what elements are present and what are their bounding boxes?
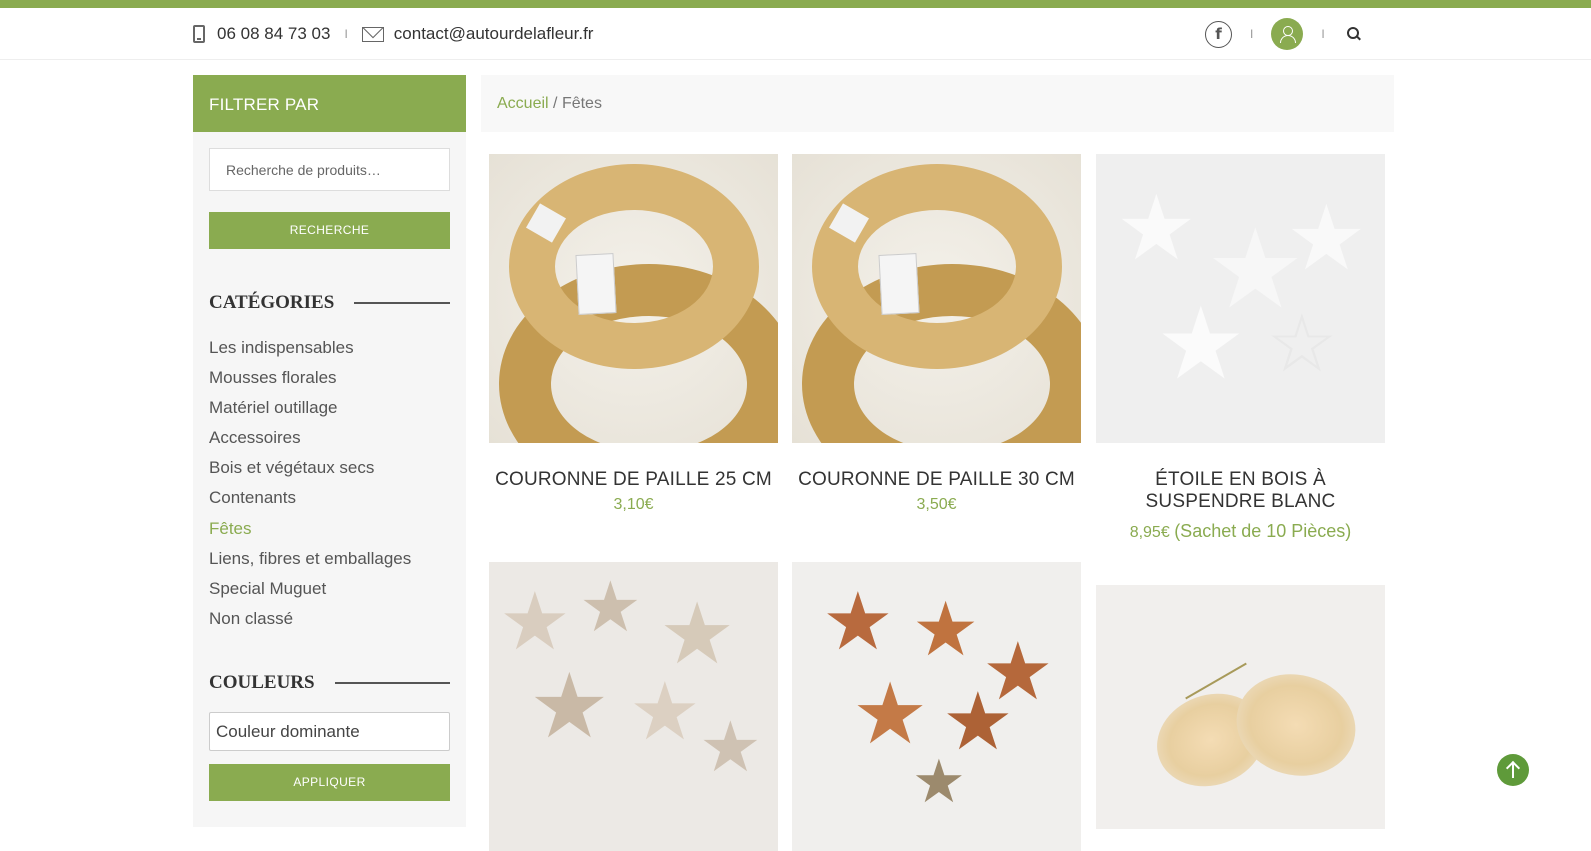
product-image-bark-stars[interactable]: ★ ★ ★ ★ ★ ★ [489,562,778,851]
product-title-line: SUSPENDRE BLANC [1145,491,1336,512]
breadcrumb-current: Fêtes [561,95,602,112]
product-title-line: ÉTOILE EN BOIS À [1155,469,1326,490]
mail-icon [361,26,384,42]
product-title[interactable]: COURONNE DE PAILLE 25 CM [489,469,778,491]
product-image-butterfly[interactable] [1096,585,1385,829]
user-account-icon[interactable] [1271,18,1304,50]
product-image-straw-wreath[interactable] [792,154,1081,443]
colors-title: COULEURS [209,672,315,693]
star-shape: ★ [699,706,762,788]
star-shape: ★ [852,665,929,764]
search-button[interactable]: RECHERCHE [209,212,450,249]
product-price: 8,95€ [1129,524,1170,541]
label-tag [878,253,920,315]
breadcrumb: Accueil / Fêtes [481,75,1394,132]
product-card[interactable]: ★ ★ ★ ☆ ★ ÉTOILE EN BOIS À SUSPENDRE BLA… [1096,154,1385,542]
colors-heading: COULEURS [209,672,450,694]
heading-divider [334,682,450,684]
product-card[interactable]: ★ ★ ★ ★ ★ ★ [489,562,778,851]
category-item[interactable]: Mousses florales [209,363,411,393]
email-link[interactable]: contact@autourdelafleur.fr [394,24,594,44]
label-tag [575,253,617,315]
product-image-straw-wreath[interactable] [489,154,778,443]
star-shape: ★ [529,654,610,759]
product-card[interactable]: COURONNE DE PAILLE 30 CM 3,50€ [792,154,1081,514]
heading-divider [354,302,450,304]
product-pack-note: (Sachet de 10 Pièces) [1174,521,1352,541]
star-shape: ★ [1116,176,1197,281]
product-title[interactable]: COURONNE DE PAILLE 30 CM [792,469,1081,491]
phone-number[interactable]: 06 08 84 73 03 [217,24,330,44]
contact-info: 06 08 84 73 03 I contact@autourdelafleur… [193,22,593,46]
categories-title: CATÉGORIES [209,292,335,313]
top-accent-bar [0,0,1591,8]
product-price: 3,50€ [916,496,957,513]
category-item[interactable]: Les indispensables [209,333,411,363]
category-item[interactable]: Bois et végétaux secs [209,453,411,483]
top-header: 06 08 84 73 03 I contact@autourdelafleur… [0,8,1591,60]
filter-title: FILTRER PAR [193,75,466,132]
breadcrumb-home-link[interactable]: Accueil [497,95,549,112]
category-item-active[interactable]: Fêtes [209,514,411,544]
filter-sidebar: FILTRER PAR Recherche de produits… RECHE… [193,75,466,827]
product-title[interactable]: ÉTOILE EN BOIS À SUSPENDRE BLANC [1096,469,1385,513]
product-price-line: 8,95€ (Sachet de 10 Pièces) [1096,521,1385,542]
category-item[interactable]: Accessoires [209,423,411,453]
product-image-coco-stars[interactable]: ★ ★ ★ ★ ★ ★ [792,562,1081,851]
product-card[interactable] [1096,585,1385,829]
separator: I [1321,27,1325,41]
wreath-shape [509,164,759,369]
star-shape: ☆ [1266,297,1338,390]
product-image-white-stars[interactable]: ★ ★ ★ ☆ ★ [1096,154,1385,443]
star-shape: ★ [629,665,701,758]
category-item[interactable]: Matériel outillage [209,393,411,423]
product-price: 3,10€ [613,496,654,513]
categories-heading: CATÉGORIES [209,292,450,314]
separator: I [344,27,348,41]
header-actions: f I I [1205,18,1361,50]
star-shape: ★ [912,585,980,673]
star-shape: ★ [822,575,894,668]
product-card[interactable]: ★ ★ ★ ★ ★ ★ [792,562,1081,851]
breadcrumb-separator: / [553,95,558,112]
star-shape: ★ [499,575,571,668]
apply-button[interactable]: APPLIQUER [209,764,450,801]
category-item[interactable]: Non classé [209,604,411,634]
category-item[interactable]: Liens, fibres et emballages [209,544,411,574]
star-shape: ★ [912,747,966,817]
category-list: Les indispensables Mousses florales Maté… [209,333,411,634]
search-icon[interactable] [1346,27,1361,41]
category-item[interactable]: Special Muguet [209,574,411,604]
product-card[interactable]: COURONNE DE PAILLE 25 CM 3,10€ [489,154,778,514]
product-search-input[interactable]: Recherche de produits… [209,148,450,191]
star-shape: ★ [1286,186,1367,291]
scroll-to-top-button[interactable] [1497,754,1529,786]
category-item[interactable]: Contenants [209,483,411,513]
star-shape: ★ [579,566,642,648]
facebook-icon[interactable]: f [1205,20,1232,48]
wreath-shape [812,164,1062,369]
phone-icon [193,25,205,43]
star-shape: ★ [1156,285,1246,402]
separator: I [1250,27,1254,41]
dominant-color-select[interactable]: Couleur dominante [209,712,450,751]
